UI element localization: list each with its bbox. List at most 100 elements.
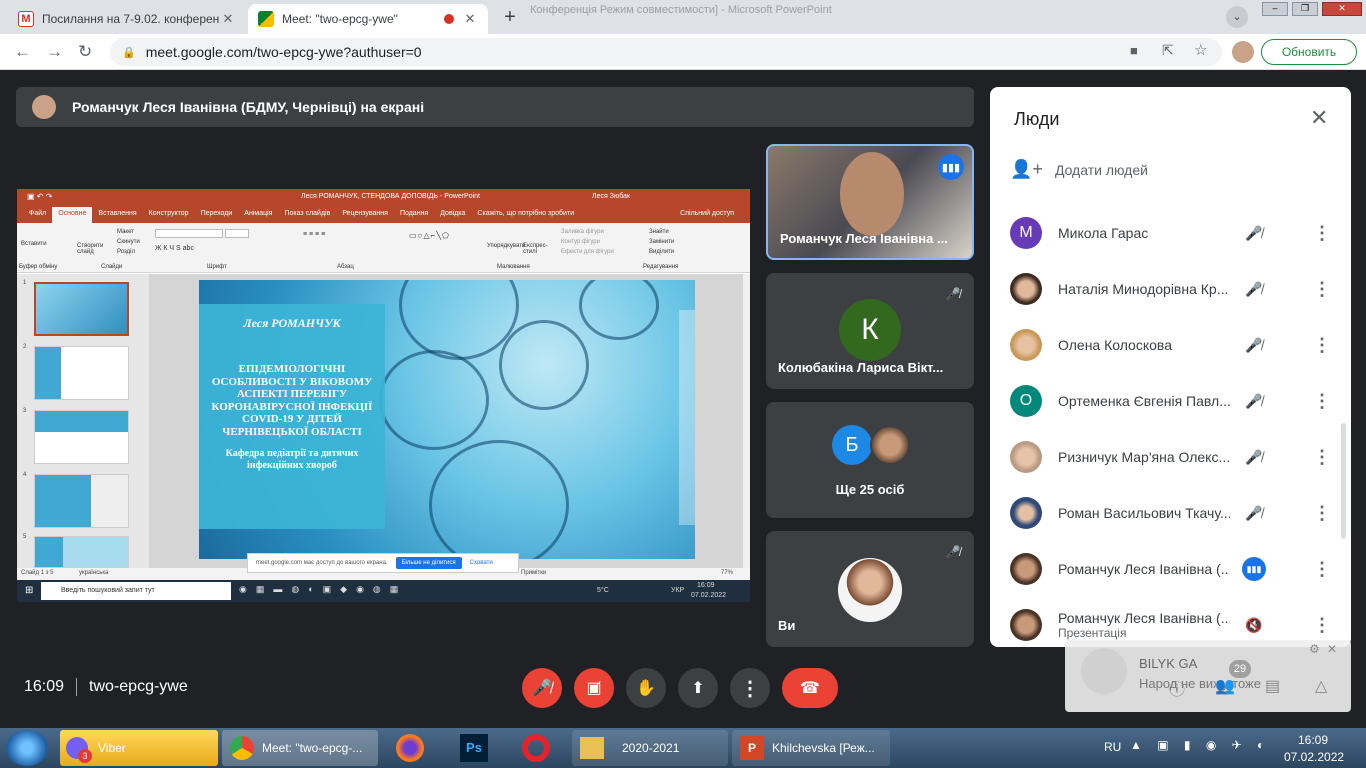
close-tab-icon[interactable]: ✕ [462, 11, 478, 27]
forward-icon[interactable]: → [46, 42, 63, 62]
slide-department: Кафедра педіатрії та дитячих інфекційних… [225, 448, 359, 471]
folder-icon [580, 737, 604, 759]
more-options-icon[interactable]: ⋮ [1310, 333, 1334, 357]
raise-hand-button[interactable]: ✋ [626, 668, 666, 708]
more-options-icon[interactable]: ⋮ [1310, 501, 1334, 525]
tile-self[interactable]: 🎤̸ Ви [766, 531, 974, 647]
win-search-box: Введіть пошуковий запит тут [41, 582, 231, 600]
more-options-icon[interactable]: ⋮ [1310, 221, 1334, 245]
camera-off-icon: ▣̸ [586, 680, 602, 697]
start-button[interactable] [6, 730, 48, 766]
more-options-icon[interactable]: ⋮ [1310, 445, 1334, 469]
participant-name: Романчук Леся Іванівна (... [1058, 561, 1230, 577]
camera-toggle-button[interactable]: ▣̸ [574, 668, 614, 708]
panel-scrollbar[interactable] [1341, 423, 1346, 539]
leave-call-button[interactable]: ☎ [782, 668, 838, 708]
status-zoom: 77% [721, 570, 734, 576]
audio-off-icon: 🔇 [1245, 616, 1263, 633]
chat-notification[interactable]: BILYK GA Народ не вижу тоже 29 ⚙ ✕ ⓘ 👥 ▤… [1065, 640, 1351, 712]
taskbar-chrome[interactable]: Meet: "two-epcg-... [222, 730, 378, 766]
tile-more-people[interactable]: Б Ще 25 осіб [766, 402, 974, 518]
ribbon-fill: Заливка фігури [561, 229, 604, 235]
taskbar-viber[interactable]: 3 Viber [60, 730, 218, 766]
update-button[interactable]: Обновить [1261, 39, 1357, 65]
minimize-icon[interactable]: – [1262, 2, 1288, 16]
mic-off-icon: 🎤̸ [1245, 336, 1263, 353]
taskbar-powerpoint[interactable]: P Khilchevska [Реж... [732, 730, 890, 766]
add-people-button[interactable]: 👤+ Додати людей [1010, 159, 1148, 180]
tray-icons[interactable]: ▲ ▣ ▮ ◉ ✈ ◐ [1130, 738, 1270, 752]
font-format-icons: Ж К Ч S abc [155, 245, 194, 252]
stop-sharing-button[interactable]: Більше не ділитися [395, 557, 462, 569]
group-label: Редагування [643, 264, 679, 270]
tab-links[interactable]: M Посилання на 7-9.02. конферен ✕ [8, 4, 246, 34]
maximize-icon[interactable]: ❐ [1292, 2, 1318, 16]
slide-scrollbar[interactable] [743, 274, 750, 568]
mic-off-icon: 🎤̸ [1245, 280, 1263, 297]
ribbon-paste: Вставити [21, 241, 47, 247]
close-tab-icon[interactable]: ✕ [220, 11, 236, 27]
input-language[interactable]: RU [1104, 740, 1121, 754]
group-label: Шрифт [207, 264, 227, 270]
close-notification-icon[interactable]: ✕ [1327, 642, 1337, 656]
group-label: Буфер обміну [19, 264, 58, 270]
new-tab-button[interactable]: + [498, 6, 522, 30]
tab-meet[interactable]: Meet: "two-epcg-ywe" ✕ [248, 4, 488, 34]
viber-icon: 3 [66, 737, 92, 763]
reload-icon[interactable]: ↻ [78, 42, 92, 62]
ribbon-quick-styles: Експрес-стилі [523, 243, 548, 255]
tile-participant[interactable]: 🎤̸ К Колюбакіна Лариса Вікт... [766, 273, 974, 389]
url-field[interactable]: 🔒 meet.google.com/two-epcg-ywe?authuser=… [110, 38, 1222, 66]
notification-settings-icon[interactable]: ⚙ [1309, 642, 1320, 656]
people-icon[interactable]: 👥 [1215, 676, 1235, 696]
slide-editor: Леся РОМАНЧУК ЕПІДЕМІОЛОГІЧНІ ОСОБЛИВОСТ… [149, 274, 750, 568]
participant-row[interactable]: Роман Васильович Ткачу... 🎤̸ ⋮ [1010, 485, 1340, 541]
ppt-tab: Анімація [244, 210, 273, 217]
win-time: 16:09 [697, 582, 715, 589]
window-controls: – ❐ ✕ [1262, 2, 1362, 18]
chat-icon[interactable]: ▤ [1265, 676, 1280, 696]
hide-button[interactable]: Сховати [470, 560, 493, 566]
close-panel-icon[interactable]: ✕ [1310, 105, 1328, 131]
more-options-icon[interactable]: ⋮ [1310, 389, 1334, 413]
tile-presenter[interactable]: ▮▮▮ Романчук Леся Іванівна ... [766, 144, 974, 260]
photoshop-icon[interactable]: Ps [460, 734, 488, 762]
bookmark-star-icon[interactable]: ☆ [1194, 41, 1207, 59]
back-icon[interactable]: ← [14, 42, 31, 62]
ppt-tab: Конструктор [148, 210, 189, 217]
more-options-icon[interactable]: ⋮ [1310, 277, 1334, 301]
group-label: Слайди [101, 264, 123, 270]
more-options-icon[interactable]: ⋮ [1310, 557, 1334, 581]
camera-icon[interactable]: ■ [1130, 43, 1138, 58]
win-lang: УКР [671, 587, 685, 594]
firefox-icon[interactable] [396, 734, 424, 762]
present-button[interactable]: ⬆ [678, 668, 718, 708]
activities-icon[interactable]: △ [1315, 676, 1327, 696]
participant-avatar [1010, 273, 1042, 305]
participant-row[interactable]: М Микола Гарас 🎤̸ ⋮ [1010, 205, 1340, 261]
close-window-icon[interactable]: ✕ [1322, 2, 1362, 16]
windows-start-icon: ⊞ [25, 585, 34, 596]
ppt-tab: Основне [52, 207, 93, 223]
profile-avatar[interactable] [1232, 41, 1254, 63]
opera-icon[interactable] [522, 734, 550, 762]
participant-row[interactable]: О Ортеменка Євгенія Павл... 🎤̸ ⋮ [1010, 373, 1340, 429]
info-icon[interactable]: ⓘ [1169, 676, 1185, 700]
taskbar-folder[interactable]: 2020-2021 [572, 730, 728, 766]
slide-edge [679, 310, 695, 525]
browser-tab-bar: M Посилання на 7-9.02. конферен ✕ Meet: … [0, 0, 1366, 34]
share-page-icon[interactable]: ⇱ [1162, 42, 1174, 59]
participant-row[interactable]: Романчук Леся Іванівна (... ▮▮▮ ⋮ [1010, 541, 1340, 597]
slide-author: Леся РОМАНЧУК [243, 316, 341, 330]
tab-search-icon[interactable]: ⌄ [1226, 6, 1248, 28]
mic-toggle-button[interactable]: 🎤̸ [522, 668, 562, 708]
more-options-icon[interactable]: ⋮ [1310, 613, 1334, 637]
tile-name: Романчук Леся Іванівна ... [780, 231, 948, 246]
participant-row[interactable]: Олена Колоскова 🎤̸ ⋮ [1010, 317, 1340, 373]
tab-title: Посилання на 7-9.02. конферен [42, 12, 220, 26]
sender-name: BILYK GA [1139, 656, 1198, 671]
participant-row[interactable]: Наталія Минодорівна Кр... 🎤̸ ⋮ [1010, 261, 1340, 317]
chat-message: Народ не вижу тоже [1139, 676, 1261, 691]
more-options-button[interactable]: ⋮ [730, 668, 770, 708]
participant-row[interactable]: Ризничук Мар'яна Олекс... 🎤̸ ⋮ [1010, 429, 1340, 485]
